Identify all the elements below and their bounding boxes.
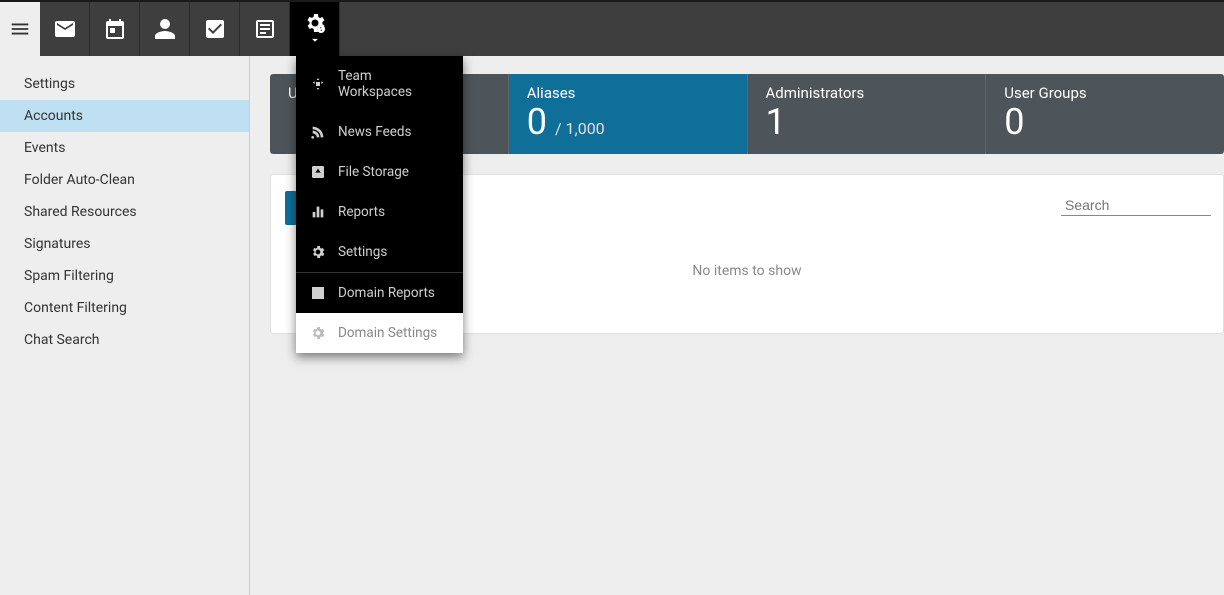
dropdown-item-label: News Feeds bbox=[338, 124, 411, 140]
sidebar-item[interactable]: Settings bbox=[0, 68, 249, 100]
sidebar-item[interactable]: Events bbox=[0, 132, 249, 164]
stat-title: Administrators bbox=[766, 84, 968, 102]
dropdown-item[interactable]: Reports bbox=[296, 192, 463, 232]
dropdown-item-label: Domain Reports bbox=[338, 285, 435, 301]
dropdown-item[interactable]: File Storage bbox=[296, 152, 463, 192]
stat-title: User Groups bbox=[1004, 84, 1206, 102]
sidebar-item[interactable]: Shared Resources bbox=[0, 196, 249, 228]
sidebar-item[interactable]: Signatures bbox=[0, 228, 249, 260]
dropdown-item-label: Team Workspaces bbox=[338, 68, 449, 100]
sidebar-item[interactable]: Chat Search bbox=[0, 324, 249, 356]
dropdown-item-label: Settings bbox=[338, 244, 387, 260]
dropdown-item-label: Reports bbox=[338, 204, 385, 220]
stat-value: 1 bbox=[766, 104, 786, 140]
stat-card[interactable]: User Groups 0 bbox=[986, 74, 1224, 154]
notes-icon[interactable] bbox=[240, 2, 290, 56]
admin-dropdown: Team Workspaces News Feeds File Storage Rep… bbox=[296, 56, 463, 353]
stat-value: 0 bbox=[527, 104, 547, 140]
stat-sub: / 1,000 bbox=[555, 119, 605, 138]
sidebar-item[interactable]: Spam Filtering bbox=[0, 260, 249, 292]
dropdown-item-label: Domain Settings bbox=[338, 325, 437, 341]
sidebar-item[interactable]: Content Filtering bbox=[0, 292, 249, 324]
menu-button[interactable] bbox=[0, 2, 40, 56]
sidebar-item[interactable]: Folder Auto-Clean bbox=[0, 164, 249, 196]
top-bar bbox=[0, 0, 1224, 56]
dropdown-item[interactable]: News Feeds bbox=[296, 112, 463, 152]
sidebar-item[interactable]: Accounts bbox=[0, 100, 249, 132]
stat-card[interactable]: Administrators 1 bbox=[748, 74, 987, 154]
dropdown-item-label: File Storage bbox=[338, 164, 409, 180]
admin-icon[interactable] bbox=[290, 2, 340, 56]
calendar-icon[interactable] bbox=[90, 2, 140, 56]
dropdown-item[interactable]: Domain Reports bbox=[296, 273, 463, 313]
stat-value: 0 bbox=[1004, 104, 1024, 140]
contacts-icon[interactable] bbox=[140, 2, 190, 56]
stat-card[interactable]: Aliases 0 / 1,000 bbox=[509, 74, 748, 154]
sidebar: SettingsAccountsEventsFolder Auto-CleanS… bbox=[0, 56, 250, 595]
dropdown-item[interactable]: Team Workspaces bbox=[296, 56, 463, 112]
dropdown-item: Domain Settings bbox=[296, 313, 463, 353]
dropdown-item[interactable]: Settings bbox=[296, 232, 463, 272]
stat-title: Aliases bbox=[527, 84, 729, 102]
search-field-wrap[interactable] bbox=[1061, 195, 1211, 216]
mail-icon[interactable] bbox=[40, 2, 90, 56]
tasks-icon[interactable] bbox=[190, 2, 240, 56]
search-input[interactable] bbox=[1065, 197, 1224, 213]
